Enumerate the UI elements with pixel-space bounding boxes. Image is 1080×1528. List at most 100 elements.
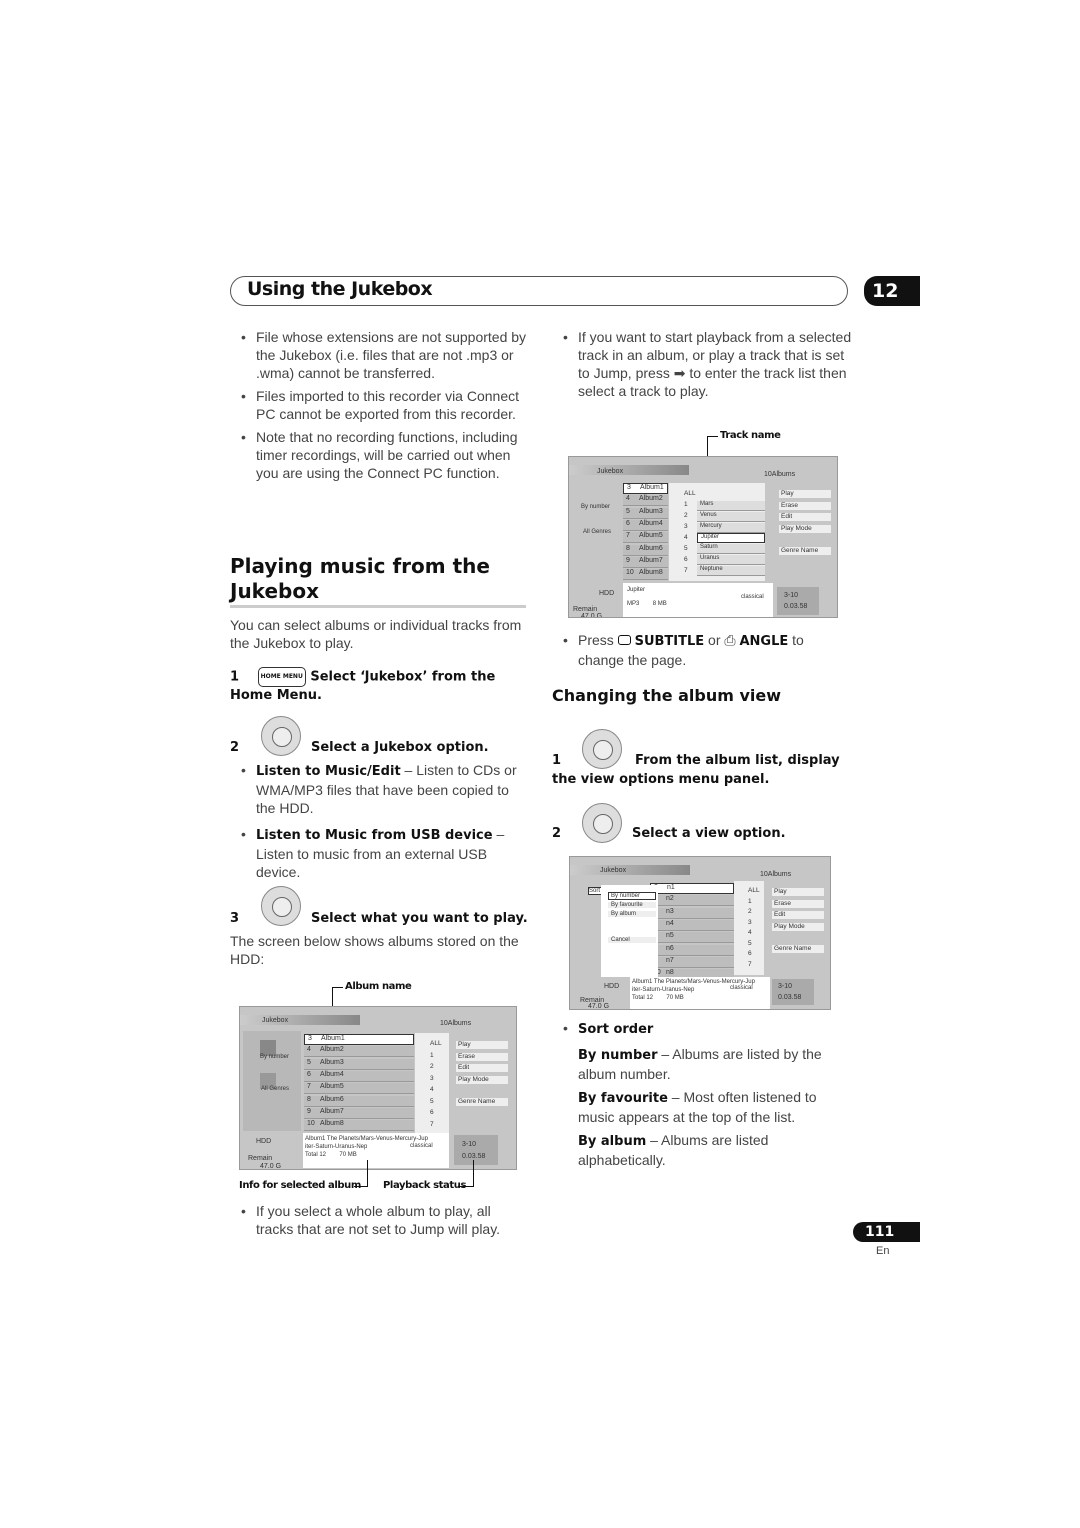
track-number: 4	[430, 1086, 434, 1093]
album-row[interactable]: 8 Album6	[623, 544, 668, 556]
menu-play-mode[interactable]: Play Mode	[779, 524, 831, 533]
step-1: 1 HOME MENU Select ‘Jukebox’ from the Ho…	[230, 667, 530, 705]
album-row[interactable]: 4 Album2	[304, 1046, 414, 1058]
chapter-header: Using the Jukebox	[230, 276, 848, 306]
track-number: 7	[684, 567, 688, 574]
track-number: 2	[684, 512, 688, 519]
step-2-number: 2	[230, 740, 240, 755]
track-number: 5	[684, 545, 688, 552]
step-1-album-view: 1 From the album list, display the view o…	[552, 753, 840, 787]
intro-text: You can select albums or individual trac…	[230, 617, 522, 651]
jukebox-track-screen: Jukebox 10Albums By number All Genres 3A…	[568, 456, 838, 618]
language-code: En	[876, 1245, 890, 1257]
final-note: If you select a whole album to play, all…	[230, 1202, 530, 1238]
popup-by-album[interactable]: By album	[608, 911, 656, 917]
menu-edit[interactable]: Edit	[456, 1064, 508, 1072]
album-row[interactable]: 9n7	[650, 956, 734, 968]
menu-genre-name[interactable]: Genre Name	[456, 1098, 508, 1106]
step-3-text: Select what you want to play.	[311, 911, 528, 926]
joystick-icon	[582, 803, 622, 843]
note: Files imported to this recorder via Conn…	[230, 387, 530, 423]
jukebox-album-screen: Jukebox 10Albums By number All Genres 3A…	[239, 1006, 517, 1170]
track-number: 3	[684, 523, 688, 530]
track-number: 6	[748, 950, 752, 957]
track-number: 4	[684, 534, 688, 541]
album-row[interactable]: 5n3	[650, 907, 734, 919]
menu-edit[interactable]: Edit	[779, 513, 831, 521]
album-row[interactable]: 6 Album4	[623, 519, 668, 531]
album-row[interactable]: 10 Album8	[623, 569, 668, 581]
menu-play-mode[interactable]: Play Mode	[456, 1075, 508, 1084]
page-change-note: Press SUBTITLE or ⎙ ANGLE to change the …	[552, 631, 852, 674]
track-number: 1	[430, 1051, 434, 1059]
menu-erase[interactable]: Erase	[772, 899, 824, 908]
callout-playback: Playback status	[383, 1180, 467, 1191]
divider	[230, 605, 526, 608]
track-row[interactable]: Uranus	[697, 555, 765, 565]
track-row[interactable]: Saturn	[697, 544, 765, 555]
section-title: Playing music from the Jukebox	[230, 554, 490, 603]
popup-cancel[interactable]: Cancel	[608, 937, 656, 943]
album-row[interactable]: 3 Album1	[304, 1034, 414, 1045]
note: If you want to start playback from a sel…	[552, 328, 852, 400]
album-row[interactable]: 5 Album3	[304, 1058, 414, 1070]
track-row[interactable]: Venus	[697, 511, 765, 522]
joystick-icon	[261, 886, 301, 926]
menu-play-mode[interactable]: Play Mode	[772, 922, 824, 931]
callout-track-name: Track name	[720, 430, 781, 441]
album-row[interactable]: 3n1	[650, 883, 734, 894]
album-row[interactable]: 7n5	[650, 932, 734, 944]
track-row[interactable]: Jupiter	[697, 533, 765, 544]
album-row[interactable]: 5 Album3	[623, 507, 668, 519]
track-row[interactable]: Neptune	[697, 565, 765, 576]
menu-play[interactable]: Play	[772, 888, 824, 896]
track-row[interactable]: Mars	[697, 501, 765, 511]
track-number: 7	[748, 960, 752, 968]
menu-erase[interactable]: Erase	[779, 501, 831, 510]
subtitle-icon	[617, 635, 631, 645]
page-number: 111	[853, 1222, 920, 1242]
step-2-number: 2	[552, 826, 562, 841]
menu-play[interactable]: Play	[456, 1041, 508, 1049]
album-row[interactable]: 3 Album1	[623, 483, 668, 494]
album-row[interactable]: 6n4	[650, 919, 734, 931]
album-row[interactable]: 6 Album4	[304, 1070, 414, 1082]
track-number: 4	[748, 929, 752, 936]
menu-edit[interactable]: Edit	[772, 911, 824, 919]
track-number: 5	[748, 939, 752, 947]
menu-erase[interactable]: Erase	[456, 1052, 508, 1061]
menu-genre-name[interactable]: Genre Name	[772, 945, 824, 953]
track-number: ALL	[748, 887, 760, 894]
chapter-title: Using the Jukebox	[247, 278, 433, 300]
album-row[interactable]: 9 Album7	[623, 556, 668, 568]
album-row[interactable]: 4n2	[650, 895, 734, 907]
track-number: ALL	[684, 490, 696, 497]
popup-by-number[interactable]: By number	[608, 892, 656, 900]
album-row[interactable]: 7 Album5	[304, 1083, 414, 1095]
option-list: Listen to Music/Edit – Listen to CDs or …	[230, 761, 530, 886]
menu-genre-name[interactable]: Genre Name	[779, 547, 831, 555]
album-row[interactable]: 4 Album2	[623, 495, 668, 507]
menu-play[interactable]: Play	[779, 490, 831, 498]
album-row[interactable]: 7 Album5	[623, 532, 668, 544]
callout-album-name: Album name	[345, 981, 412, 992]
note: File whose extensions are not supported …	[230, 328, 530, 382]
jukebox-sort-screen: Jukebox 10Albums 3n14n25n36n47n58n69n710…	[569, 856, 831, 1010]
album-row[interactable]: 9 Album7	[304, 1107, 414, 1119]
callout-info: Info for selected album	[239, 1180, 361, 1191]
track-number: 1	[748, 897, 752, 905]
album-row[interactable]: 8n6	[650, 944, 734, 956]
step-3-desc: The screen below shows albums stored on …	[230, 933, 519, 967]
album-row[interactable]: 10 Album8	[304, 1120, 414, 1132]
track-number: 1	[684, 501, 688, 508]
popup-by-favourite[interactable]: By favourite	[608, 902, 656, 908]
home-menu-button-icon: HOME MENU	[257, 667, 306, 687]
album-row[interactable]: 8 Album6	[304, 1095, 414, 1107]
section-title-album-view: Changing the album view	[552, 686, 782, 705]
track-number: 2	[430, 1063, 434, 1070]
note: Note that no recording functions, includ…	[230, 428, 530, 482]
notes-list: File whose extensions are not supported …	[230, 328, 530, 487]
track-row[interactable]: Mercury	[697, 522, 765, 533]
track-number: 3	[430, 1074, 434, 1082]
track-number: 2	[748, 908, 752, 915]
